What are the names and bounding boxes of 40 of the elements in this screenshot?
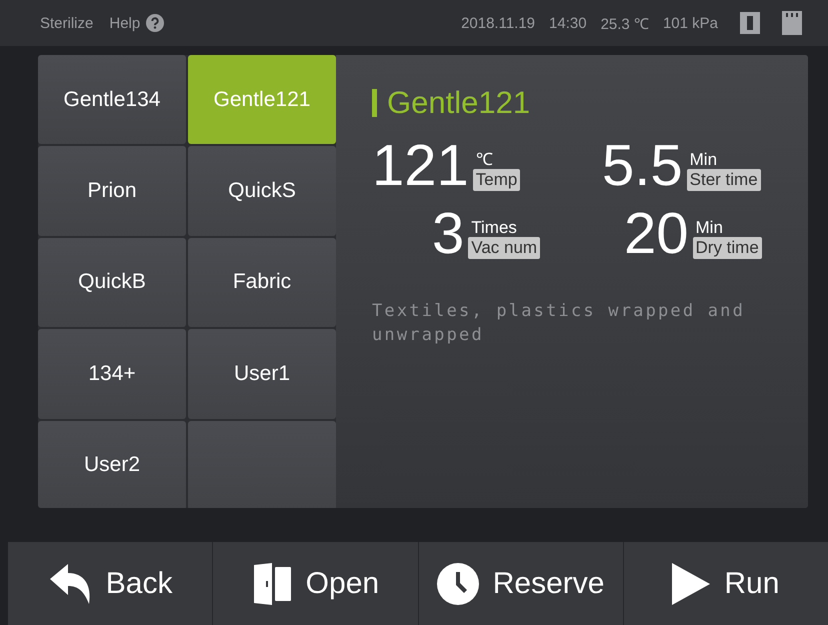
parameter-label: Dry time (692, 237, 762, 259)
clock-icon (436, 562, 479, 604)
parameter-value: 121 (372, 141, 469, 191)
open-button[interactable]: Open (213, 542, 418, 625)
reserve-button[interactable]: Reserve (418, 542, 624, 625)
unit-text: Min (688, 151, 718, 169)
door-status-icon (740, 12, 760, 34)
menu-item[interactable]: Help (109, 14, 140, 32)
date-text: 2018.11.19 (461, 14, 536, 32)
unit-text: Times (470, 219, 517, 237)
program-tile[interactable]: User2 (38, 420, 186, 508)
parameter-label: Vac num (468, 237, 540, 259)
parameter-value: 20 (624, 209, 689, 259)
play-icon (672, 562, 710, 604)
program-tile[interactable]: Fabric (188, 238, 336, 328)
parameter-label: Ster time (686, 169, 761, 191)
sd-card-icon (782, 11, 802, 35)
unit-text: ℃ (474, 151, 493, 169)
time-text: 14:30 (549, 14, 587, 32)
parameter-value: 5.5 (602, 141, 683, 191)
door-icon (252, 562, 292, 604)
program-tile[interactable]: Gentle134 (38, 55, 186, 144)
back-arrow-icon (48, 562, 92, 604)
program-tile[interactable]: QuickB (38, 238, 186, 328)
parameter-label: Temp (472, 169, 520, 191)
parameter-value: 3 (432, 209, 464, 259)
pressure-text: 101 kPa (662, 14, 718, 32)
program-tile[interactable]: 134+ (38, 329, 186, 419)
back-button[interactable]: Back (8, 542, 214, 625)
program-tile[interactable]: User1 (188, 329, 336, 419)
program-title: Gentle121 (387, 85, 530, 121)
menu-item[interactable]: Sterilize (40, 14, 94, 32)
run-button[interactable]: Run (624, 542, 828, 625)
help-icon[interactable] (146, 14, 164, 32)
program-tile[interactable]: Prion (38, 146, 186, 236)
accent-bar (372, 89, 377, 117)
temperature-text: 25.3 ℃ (600, 15, 649, 33)
unit-text: Min (694, 219, 723, 237)
program-description: Textiles, plastics wrapped and unwrapped (372, 300, 746, 347)
program-tile[interactable]: QuickS (188, 146, 336, 236)
